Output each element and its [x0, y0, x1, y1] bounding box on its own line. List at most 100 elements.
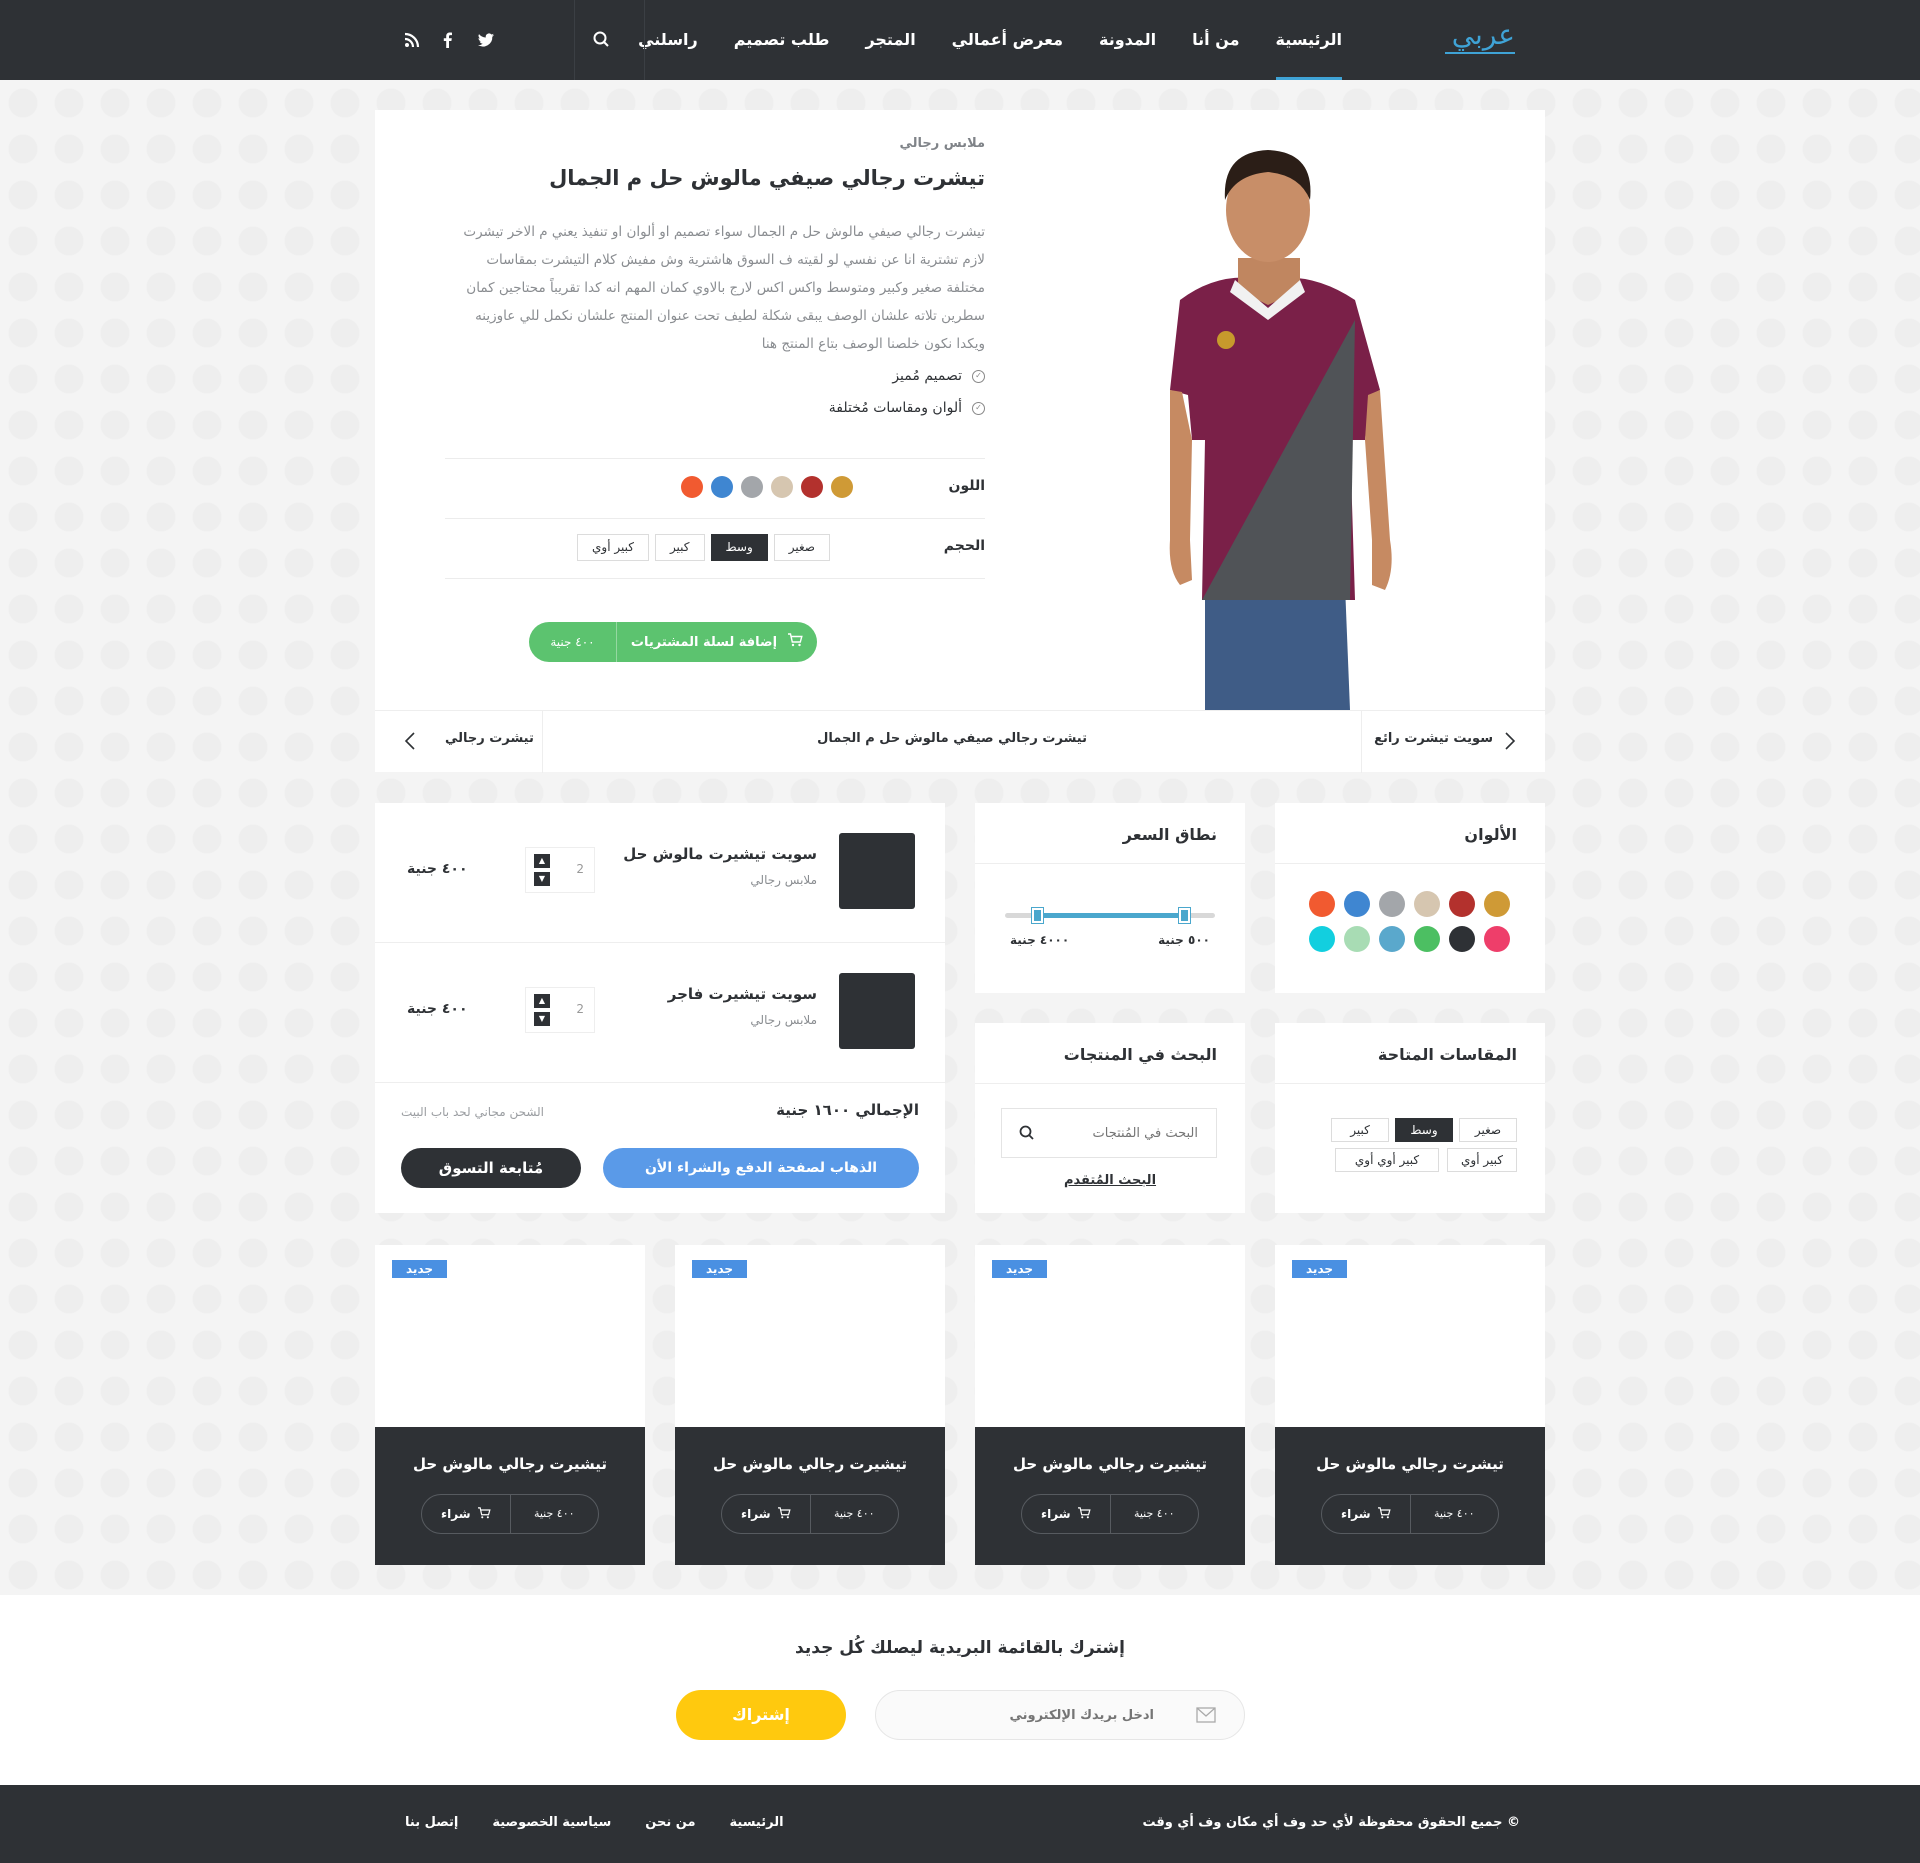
color-swatch[interactable] — [1309, 891, 1335, 917]
search-widget: البحث في المنتجات البحث المُتقدم — [975, 1023, 1245, 1213]
product-card-actions: ٤٠٠ جنية شراء — [721, 1494, 899, 1534]
color-swatch[interactable] — [1414, 891, 1440, 917]
color-swatch[interactable] — [1484, 926, 1510, 952]
quantity-down-icon[interactable]: ▼ — [534, 1012, 550, 1026]
color-swatch[interactable] — [681, 476, 703, 498]
header-divider — [644, 0, 645, 80]
color-swatch[interactable] — [1449, 926, 1475, 952]
divider — [1361, 711, 1362, 773]
product-card[interactable]: جديد تيشرت رجالي مالوش حل ٤٠٠ جنية شراء — [1275, 1245, 1545, 1565]
cart-item-price: ٤٠٠ جنية — [407, 1001, 468, 1017]
color-swatch[interactable] — [1414, 926, 1440, 952]
main-nav: الرئيسية من أنا المدونة معرض أعمالي المت… — [620, 0, 1360, 80]
buy-button[interactable]: شراء — [422, 1506, 510, 1522]
rss-icon[interactable] — [402, 30, 422, 50]
site-logo[interactable]: عربي — [1452, 18, 1515, 51]
quantity-stepper[interactable]: 2 ▲ ▼ — [525, 847, 595, 893]
buy-button[interactable]: شراء — [1022, 1506, 1110, 1522]
quantity-stepper[interactable]: 2 ▲ ▼ — [525, 987, 595, 1033]
nav-item-blog[interactable]: المدونة — [1081, 0, 1174, 80]
size-option[interactable]: كبير أوي أوي — [1335, 1148, 1439, 1172]
price-slider-max-handle[interactable] — [1177, 907, 1191, 924]
color-swatch[interactable] — [1484, 891, 1510, 917]
sizes-widget: المقاسات المتاحة صغير وسط كبير كبير أوي … — [1275, 1023, 1545, 1213]
add-to-cart-button[interactable]: إضافة لسلة المشتريات ٤٠٠ جنية — [529, 622, 817, 662]
cart-item-name[interactable]: سويت تيشيرت مالوش حل — [623, 845, 817, 863]
color-swatch[interactable] — [1344, 926, 1370, 952]
buy-button[interactable]: شراء — [722, 1506, 810, 1522]
footer-links: الرئيسية من نحن سياسية الخصوصية إتصل بنا — [405, 1815, 784, 1830]
search-icon[interactable] — [1018, 1124, 1036, 1146]
quantity-value: 2 — [576, 1002, 584, 1016]
color-swatch[interactable] — [1449, 891, 1475, 917]
product-card-name[interactable]: تيشيرت رجالي مالوش حل — [375, 1455, 645, 1473]
product-card-actions: ٤٠٠ جنية شراء — [1021, 1494, 1199, 1534]
color-swatch[interactable] — [1379, 891, 1405, 917]
top-header: عربي الرئيسية من أنا المدونة معرض أعمالي… — [0, 0, 1920, 80]
size-option-selected[interactable]: وسط — [1395, 1118, 1453, 1142]
color-swatch[interactable] — [711, 476, 733, 498]
twitter-icon[interactable] — [476, 30, 496, 50]
continue-shopping-button[interactable]: مُتابعة التسوق — [401, 1148, 581, 1188]
product-card[interactable]: جديد تيشيرت رجالي مالوش حل ٤٠٠ جنية شراء — [975, 1245, 1245, 1565]
quantity-up-icon[interactable]: ▲ — [534, 994, 550, 1008]
cart-item-thumbnail[interactable] — [839, 833, 915, 909]
nav-item-portfolio[interactable]: معرض أعمالي — [934, 0, 1081, 80]
check-circle-icon: ✓ — [972, 369, 985, 383]
cart-item-price: ٤٠٠ جنية — [407, 861, 468, 877]
color-swatch[interactable] — [771, 476, 793, 498]
size-option[interactable]: صغير — [773, 534, 830, 561]
nav-item-contact[interactable]: راسلني — [620, 0, 716, 80]
product-card-name[interactable]: تيشيرت رجالي مالوش حل — [975, 1455, 1245, 1473]
size-option[interactable]: كبير — [1331, 1118, 1389, 1142]
product-search-input[interactable] — [1038, 1109, 1198, 1157]
size-option[interactable]: كبير أوي — [577, 534, 649, 561]
product-card[interactable]: جديد تيشيرت رجالي مالوش حل ٤٠٠ جنية شراء — [375, 1245, 645, 1565]
price-slider[interactable] — [1005, 907, 1215, 924]
color-swatch[interactable] — [1344, 891, 1370, 917]
search-widget-title: البحث في المنتجات — [1063, 1045, 1217, 1064]
footer-link-home[interactable]: الرئيسية — [730, 1815, 784, 1830]
nav-item-request-design[interactable]: طلب تصميم — [716, 0, 848, 80]
newsletter-email-input[interactable] — [914, 1691, 1154, 1739]
size-option[interactable]: كبير — [654, 534, 705, 561]
subscribe-button[interactable]: إشتراك — [676, 1690, 846, 1740]
size-option[interactable]: كبير أوي — [1447, 1148, 1517, 1172]
footer-link-contact[interactable]: إتصل بنا — [405, 1815, 458, 1830]
color-swatch[interactable] — [741, 476, 763, 498]
divider — [975, 863, 1245, 864]
chevron-left-icon[interactable] — [403, 731, 417, 755]
price-slider-min-handle[interactable] — [1030, 907, 1044, 924]
footer-link-privacy[interactable]: سياسية الخصوصية — [492, 1815, 611, 1830]
size-option[interactable]: صغير — [1459, 1118, 1517, 1142]
nav-item-store[interactable]: المتجر — [847, 0, 933, 80]
cart-item-thumbnail[interactable] — [839, 973, 915, 1049]
product-card-name[interactable]: تيشيرت رجالي مالوش حل — [675, 1455, 945, 1473]
advanced-search-link[interactable]: البحث المُتقدم — [975, 1173, 1245, 1188]
copyright-text: © جميع الحقوق محفوظة لأي حد وف أي مكان و… — [1142, 1815, 1520, 1830]
facebook-icon[interactable] — [438, 30, 458, 50]
search-icon[interactable] — [590, 28, 614, 52]
nav-item-about[interactable]: من أنا — [1174, 0, 1257, 80]
footer-link-about[interactable]: من نحن — [645, 1815, 695, 1830]
chevron-right-icon[interactable] — [1503, 731, 1517, 755]
color-swatch[interactable] — [831, 476, 853, 498]
color-swatch[interactable] — [801, 476, 823, 498]
checkout-button[interactable]: الذهاب لصفحة الدفع والشراء الأن — [603, 1148, 919, 1188]
quantity-up-icon[interactable]: ▲ — [534, 854, 550, 868]
pager-prev-link[interactable]: تيشرت رجالي — [445, 731, 534, 746]
pager-next-link[interactable]: سويت تيشرت رائع — [1374, 731, 1493, 746]
buy-button[interactable]: شراء — [1322, 1506, 1410, 1522]
color-swatch[interactable] — [1379, 926, 1405, 952]
quantity-down-icon[interactable]: ▼ — [534, 872, 550, 886]
size-option-selected[interactable]: وسط — [710, 534, 768, 561]
color-swatch[interactable] — [1309, 926, 1335, 952]
cart-summary-card: سويت تيشيرت مالوش حل ملابس رجالي 2 ▲ ▼ ٤… — [375, 803, 945, 1213]
product-card-name[interactable]: تيشرت رجالي مالوش حل — [1275, 1455, 1545, 1473]
cart-item-name[interactable]: سويت تيشيرت فاجر — [668, 985, 817, 1003]
nav-item-home[interactable]: الرئيسية — [1258, 0, 1361, 80]
product-card[interactable]: جديد تيشيرت رجالي مالوش حل ٤٠٠ جنية شراء — [675, 1245, 945, 1565]
mail-icon — [1196, 1707, 1216, 1727]
product-category[interactable]: ملابس رجالي — [900, 136, 985, 151]
price-range-widget: نطاق السعر ٥٠٠ جنية ٤٠٠٠ جنية — [975, 803, 1245, 993]
